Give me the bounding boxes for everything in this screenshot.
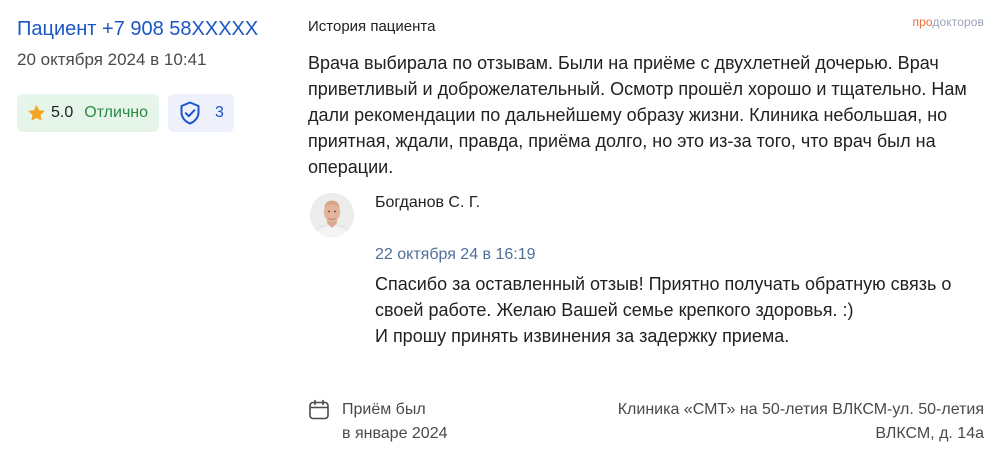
review-body: История пациента Врача выбирала по отзыв… [308, 17, 988, 180]
verified-count: 3 [215, 104, 224, 121]
star-icon [27, 104, 46, 123]
visit-date: Приём был в январе 2024 [342, 398, 448, 446]
calendar-icon [308, 399, 330, 421]
doctor-avatar[interactable] [310, 193, 354, 237]
visit-info: Приём был в январе 2024 [308, 398, 448, 446]
author-name-link[interactable]: Пациент +7 908 58XXXXX [17, 16, 287, 42]
clinic-line: ВЛКСМ, д. 14а [875, 425, 984, 442]
visit-line: Приём был [342, 401, 426, 418]
reply-text: Спасибо за оставленный отзыв! Приятно по… [375, 271, 987, 349]
clinic-line: Клиника «СМТ» на 50-летия ВЛКСМ-ул. 50-л… [617, 401, 984, 418]
reply-text-line: И прошу принять извинения за задержку пр… [375, 326, 790, 346]
rating-label: Отлично [84, 104, 149, 121]
verified-badge[interactable]: 3 [168, 94, 234, 132]
reply-author: Богданов С. Г. [375, 194, 481, 211]
badges: 5.0 Отлично 3 [17, 94, 287, 132]
review-text: Врача выбирала по отзывам. Были на приём… [308, 53, 967, 177]
reply-text-line: Спасибо за оставленный отзыв! Приятно по… [375, 274, 952, 320]
review-date: 20 октября 2024 в 10:41 [17, 50, 207, 69]
rating-value: 5.0 [51, 104, 74, 121]
clinic-address[interactable]: Клиника «СМТ» на 50-летия ВЛКСМ-ул. 50-л… [554, 398, 984, 446]
reply-date: 22 октября 24 в 16:19 [375, 246, 536, 263]
visit-line: в январе 2024 [342, 425, 448, 442]
shield-check-icon [179, 101, 201, 125]
rating-badge: 5.0 Отлично [17, 94, 160, 132]
section-title: История пациента [308, 18, 436, 35]
review-author-block: Пациент +7 908 58XXXXX 20 октября 2024 в… [17, 16, 287, 132]
